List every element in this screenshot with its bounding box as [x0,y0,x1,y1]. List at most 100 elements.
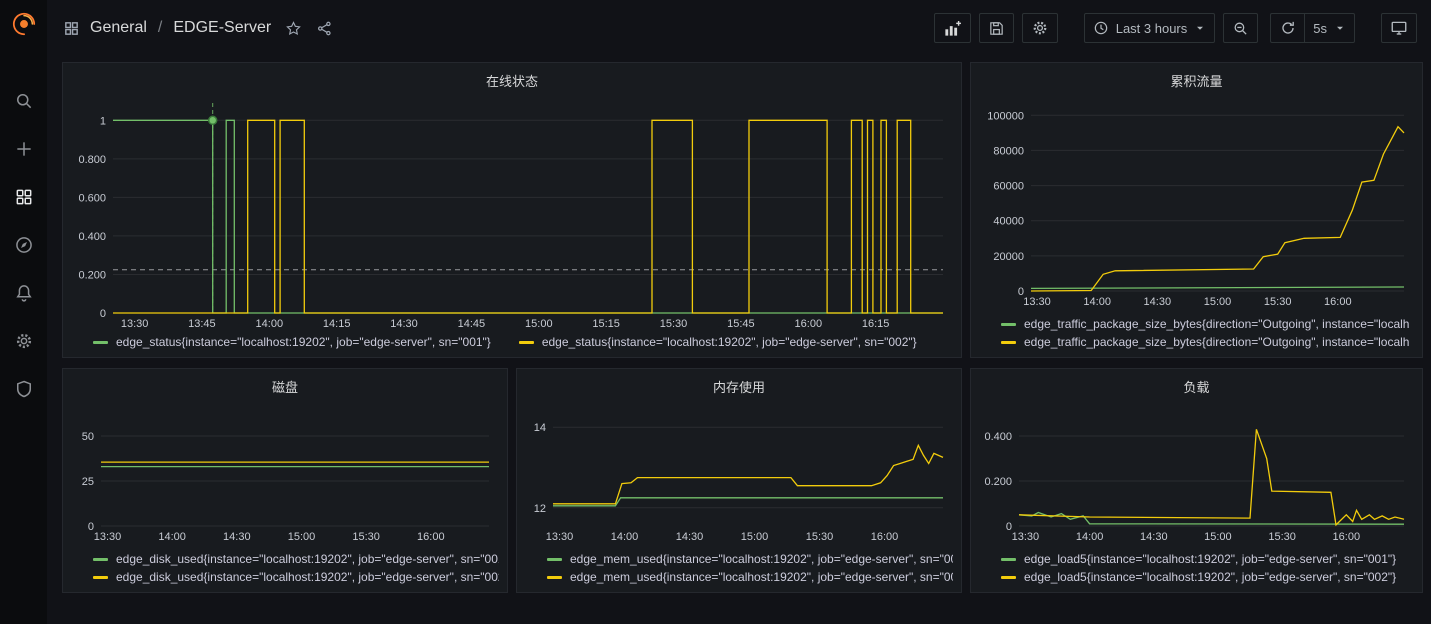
dashboards-icon[interactable] [0,173,47,221]
legend-swatch-green [93,341,108,344]
configuration-gear-icon[interactable] [0,317,47,365]
svg-text:15:00: 15:00 [1204,531,1232,543]
panel-memory: 内存使用 121413:3014:0014:3015:0015:3016:00 … [516,368,962,593]
legend-label[interactable]: edge_disk_used{instance="localhost:19202… [116,570,499,584]
svg-text:14:30: 14:30 [223,531,251,543]
svg-text:15:30: 15:30 [352,531,380,543]
legend-label[interactable]: edge_status{instance="localhost:19202", … [542,335,917,349]
svg-text:14:30: 14:30 [1140,531,1168,543]
add-panel-button[interactable] [934,13,971,43]
svg-text:14:30: 14:30 [1144,296,1172,308]
legend-label[interactable]: edge_load5{instance="localhost:19202", j… [1024,570,1396,584]
memory-legend: edge_mem_used{instance="localhost:19202"… [517,545,961,592]
svg-text:16:15: 16:15 [862,318,890,330]
memory-chart[interactable]: 121413:3014:0014:3015:0015:3016:00 [521,401,953,545]
search-icon[interactable] [0,77,47,125]
svg-text:0: 0 [100,308,106,320]
legend-swatch-green [1001,558,1016,561]
svg-text:15:30: 15:30 [1268,531,1296,543]
legend-swatch-green [1001,323,1016,326]
svg-text:12: 12 [534,503,546,515]
svg-text:15:30: 15:30 [660,318,688,330]
svg-text:0.800: 0.800 [78,154,106,166]
legend-label[interactable]: edge_disk_used{instance="localhost:19202… [116,552,499,566]
legend-swatch-yellow [93,576,108,579]
cumulative-traffic-chart[interactable]: 02000040000600008000010000013:3014:0014:… [975,95,1414,310]
cycle-view-mode-button[interactable] [1381,13,1417,43]
legend-label[interactable]: edge_mem_used{instance="localhost:19202"… [570,570,953,584]
legend-item: edge_load5{instance="localhost:19202", j… [1001,570,1414,584]
add-panel-icon [943,19,962,38]
panel-title-load[interactable]: 负载 [971,369,1422,399]
alerting-bell-icon[interactable] [0,269,47,317]
legend-swatch-yellow [547,576,562,579]
svg-text:40000: 40000 [993,216,1024,228]
load-legend: edge_load5{instance="localhost:19202", j… [971,545,1422,592]
time-range-label: Last 3 hours [1116,21,1188,36]
legend-item: edge_disk_used{instance="localhost:19202… [93,570,499,584]
panel-title-online-status[interactable]: 在线状态 [63,63,961,93]
panel-title-memory[interactable]: 内存使用 [517,369,961,399]
dashboard-grid: 在线状态 00.2000.4000.6000.800113:3013:4514:… [47,56,1431,624]
refresh-button[interactable] [1270,13,1304,43]
legend-label[interactable]: edge_load5{instance="localhost:19202", j… [1024,552,1396,566]
refresh-interval-picker[interactable]: 5s [1304,13,1355,43]
svg-text:50: 50 [82,431,94,443]
legend-item: edge_load5{instance="localhost:19202", j… [1001,552,1414,566]
monitor-icon [1390,19,1408,37]
disk-chart[interactable]: 0255013:3014:0014:3015:0015:3016:00 [67,401,499,545]
share-icon[interactable] [316,20,333,37]
time-range-picker[interactable]: Last 3 hours [1084,13,1216,43]
legend-item: edge_status{instance="localhost:19202", … [93,335,491,349]
svg-text:14:30: 14:30 [390,318,418,330]
svg-text:13:30: 13:30 [1023,296,1051,308]
panel-cumulative-traffic: 累积流量 02000040000600008000010000013:3014:… [970,62,1423,358]
panel-title-cumulative-traffic[interactable]: 累积流量 [971,63,1422,93]
refresh-interval-label: 5s [1313,21,1327,36]
legend-label[interactable]: edge_mem_used{instance="localhost:19202"… [570,552,953,566]
legend-label[interactable]: edge_traffic_package_size_bytes{directio… [1024,317,1409,331]
disk-legend: edge_disk_used{instance="localhost:19202… [63,545,507,592]
svg-text:14:45: 14:45 [458,318,486,330]
svg-text:13:30: 13:30 [121,318,149,330]
svg-text:15:00: 15:00 [1204,296,1232,308]
panel-title-disk[interactable]: 磁盘 [63,369,507,399]
panel-online-status: 在线状态 00.2000.4000.6000.800113:3013:4514:… [62,62,962,358]
breadcrumb-folder[interactable]: General [90,19,147,37]
svg-text:14: 14 [534,422,546,434]
refresh-group: 5s [1270,13,1355,43]
server-admin-shield-icon[interactable] [0,365,47,413]
sidebar [0,0,47,624]
svg-text:14:15: 14:15 [323,318,351,330]
zoom-out-button[interactable] [1223,13,1258,43]
online-status-chart[interactable]: 00.2000.4000.6000.800113:3013:4514:0014:… [67,95,953,332]
save-dashboard-button[interactable] [979,13,1014,43]
svg-text:15:45: 15:45 [727,318,755,330]
svg-text:14:30: 14:30 [676,531,704,543]
favorite-star-icon[interactable] [285,20,302,37]
grafana-app: General / EDGE-Server [0,0,1431,624]
explore-compass-icon[interactable] [0,221,47,269]
svg-text:15:30: 15:30 [806,531,834,543]
legend-label[interactable]: edge_traffic_package_size_bytes{directio… [1024,335,1409,349]
legend-item: edge_traffic_package_size_bytes{directio… [1001,317,1414,331]
svg-text:16:00: 16:00 [871,531,899,543]
svg-text:15:00: 15:00 [525,318,553,330]
grafana-logo[interactable] [10,0,38,47]
svg-text:14:00: 14:00 [158,531,186,543]
svg-text:14:00: 14:00 [1083,296,1111,308]
svg-text:16:00: 16:00 [1333,531,1361,543]
legend-label[interactable]: edge_status{instance="localhost:19202", … [116,335,491,349]
dashboard-settings-button[interactable] [1022,13,1058,43]
breadcrumb-dashboard-title[interactable]: EDGE-Server [173,19,271,37]
create-plus-icon[interactable] [0,125,47,173]
svg-text:0.400: 0.400 [984,431,1012,443]
svg-text:15:15: 15:15 [592,318,620,330]
grafana-logo-icon [10,10,38,38]
refresh-icon [1280,20,1296,36]
legend-swatch-yellow [519,341,534,344]
svg-text:15:30: 15:30 [1264,296,1292,308]
svg-text:1: 1 [100,115,106,127]
dashboard-grid-icon [63,20,80,37]
load-chart[interactable]: 00.2000.40013:3014:0014:3015:0015:3016:0… [975,401,1414,545]
